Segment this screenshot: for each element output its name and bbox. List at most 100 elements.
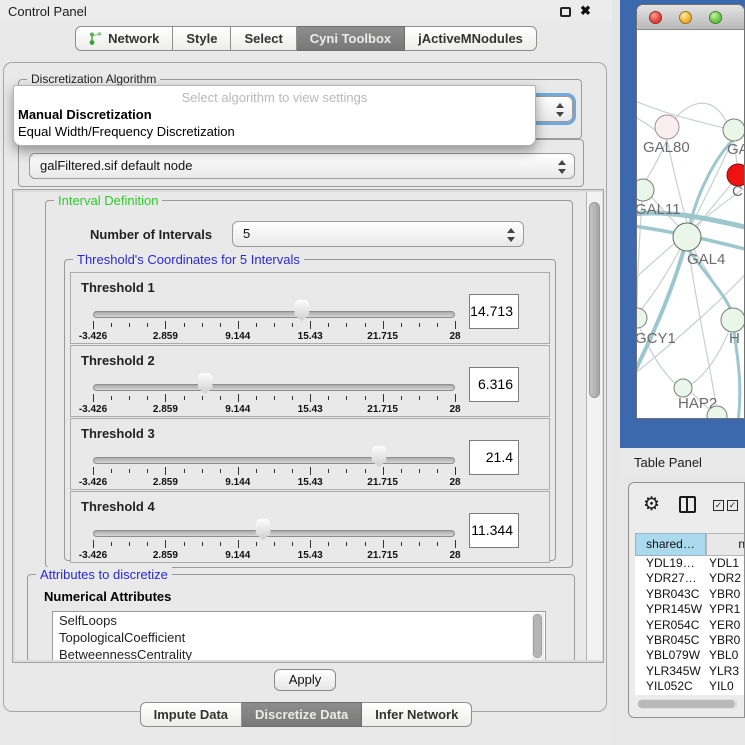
threshold-panel: Threshold 3 -3.4262.8599.14415.4321.7152… bbox=[70, 418, 550, 490]
thresholds-group-title: Threshold's Coordinates for 5 Intervals bbox=[73, 252, 304, 267]
network-edge[interactable] bbox=[690, 331, 729, 385]
network-node-GAL80[interactable] bbox=[655, 115, 679, 139]
attribute-item[interactable]: BetweennessCentrality bbox=[53, 646, 545, 660]
attributes-group-title: Attributes to discretize bbox=[36, 567, 172, 582]
slider-ticks bbox=[93, 394, 455, 403]
table-row[interactable]: YPR145WYPR1 bbox=[635, 602, 745, 617]
number-of-intervals-label: Number of Intervals bbox=[90, 227, 212, 242]
table-row[interactable]: YDR27…YDR2 bbox=[635, 571, 745, 586]
node-label-H: H bbox=[729, 330, 740, 347]
attribute-items: SelfLoopsTopologicalCoefficientBetweenne… bbox=[53, 612, 545, 660]
network-node-GAL4[interactable] bbox=[673, 223, 701, 251]
table-horizontal-scrollbar[interactable] bbox=[637, 699, 738, 709]
minimize-window-icon[interactable] bbox=[679, 11, 692, 24]
gear-icon[interactable]: ⚙ bbox=[643, 493, 660, 516]
tab-style[interactable]: Style bbox=[173, 26, 231, 51]
right-region: GAL80GACGAL11GAL4GCY1HHAP2 Table Panel ⚙… bbox=[612, 0, 745, 745]
algorithm-dropdown-popup: Select algorithm to view settings Manual… bbox=[13, 85, 536, 146]
network-view-window: GAL80GACGAL11GAL4GCY1HHAP2 bbox=[636, 4, 745, 419]
node-label-red-node: C bbox=[732, 183, 743, 200]
node-label-GA: GA bbox=[727, 141, 745, 158]
dropdown-option-manual-discretization[interactable]: Manual Discretization bbox=[18, 107, 152, 122]
bottom-tab-bar: Impute DataDiscretize DataInfer Network bbox=[0, 702, 612, 727]
float-window-icon[interactable] bbox=[560, 7, 571, 17]
table-row[interactable]: YBR043CYBR0 bbox=[635, 587, 745, 602]
threshold-panel: Threshold 4 -3.4262.8599.14415.4321.7152… bbox=[70, 491, 550, 563]
column-header[interactable]: shared… bbox=[635, 533, 706, 556]
table-header-row: shared…n bbox=[635, 533, 745, 556]
table-row[interactable]: YIL052CYIL0 bbox=[635, 679, 745, 694]
dropdown-hint: Select algorithm to view settings bbox=[14, 90, 535, 105]
zoom-window-icon[interactable] bbox=[709, 11, 722, 24]
node-label-GAL11: GAL11 bbox=[637, 201, 681, 218]
attributes-group: Attributes to discretize Numerical Attri… bbox=[27, 574, 575, 660]
threshold-slider[interactable] bbox=[93, 311, 455, 318]
column-header[interactable]: n bbox=[706, 533, 745, 556]
table-data-combobox[interactable]: galFiltered.sif default node bbox=[29, 153, 575, 179]
network-tree-icon bbox=[89, 31, 108, 46]
split-columns-icon[interactable] bbox=[679, 496, 696, 513]
network-node-GA[interactable] bbox=[723, 119, 745, 141]
threshold-value-field[interactable]: 6.316 bbox=[469, 367, 519, 402]
checkbox-icon[interactable]: ✓ bbox=[713, 500, 724, 511]
settings-vertical-scrollbar[interactable] bbox=[587, 192, 602, 660]
control-panel-titlebar: Control Panel ✖ bbox=[0, 0, 612, 22]
table-row[interactable]: YBR045CYBR0 bbox=[635, 633, 745, 648]
attribute-item[interactable]: SelfLoops bbox=[53, 612, 545, 629]
threshold-value-field[interactable]: 14.713 bbox=[469, 294, 519, 329]
tab-network[interactable]: Network bbox=[75, 26, 173, 51]
table-panel-title: Table Panel bbox=[622, 448, 745, 478]
threshold-slider[interactable] bbox=[93, 457, 455, 464]
numerical-attributes-list[interactable]: SelfLoopsTopologicalCoefficientBetweenne… bbox=[52, 611, 546, 660]
network-edge[interactable] bbox=[637, 116, 655, 130]
table-row[interactable]: YER054CYER0 bbox=[635, 618, 745, 633]
network-node-GCY1[interactable] bbox=[637, 308, 647, 328]
threshold-panel: Threshold 2 -3.4262.8599.14415.4321.7152… bbox=[70, 345, 550, 417]
network-edge-highlighted[interactable] bbox=[637, 238, 687, 375]
threshold-slider[interactable] bbox=[93, 384, 455, 391]
number-of-intervals-combobox[interactable]: 5 bbox=[232, 221, 524, 247]
threshold-value-field[interactable]: 11.344 bbox=[469, 513, 519, 548]
top-tab-bar: NetworkStyleSelectCyni ToolboxjActiveMNo… bbox=[0, 26, 612, 51]
network-edge[interactable] bbox=[689, 251, 716, 405]
screen: Control Panel ✖ NetworkStyleSelectCyni T… bbox=[0, 0, 745, 745]
tab-impute-data[interactable]: Impute Data bbox=[140, 702, 242, 727]
close-icon[interactable]: ✖ bbox=[580, 3, 591, 19]
slider-ticks bbox=[93, 540, 455, 549]
numerical-attributes-label: Numerical Attributes bbox=[44, 589, 171, 604]
number-of-intervals-value: 5 bbox=[243, 226, 250, 241]
network-edge[interactable] bbox=[637, 100, 724, 128]
tab-select[interactable]: Select bbox=[231, 26, 296, 51]
tab-infer-network[interactable]: Infer Network bbox=[362, 702, 472, 727]
close-window-icon[interactable] bbox=[649, 11, 662, 24]
attributes-scrollbar[interactable] bbox=[532, 613, 544, 660]
combo-arrows-icon bbox=[506, 227, 515, 243]
threshold-label: Threshold 2 bbox=[81, 353, 155, 368]
slider-tick-labels: -3.4262.8599.14415.4321.71528 bbox=[93, 550, 455, 561]
interval-definition-group-title: Interval Definition bbox=[54, 193, 162, 208]
table-row[interactable]: YBL079WYBL0 bbox=[635, 648, 745, 663]
checkbox-icon[interactable]: ✓ bbox=[727, 500, 738, 511]
combo-arrows-icon bbox=[557, 159, 566, 175]
threshold-slider[interactable] bbox=[93, 530, 455, 537]
slider-tick-labels: -3.4262.8599.14415.4321.71528 bbox=[93, 404, 455, 415]
tab-jactivemnodules[interactable]: jActiveMNodules bbox=[405, 26, 537, 51]
control-panel: Control Panel ✖ NetworkStyleSelectCyni T… bbox=[0, 0, 612, 745]
network-node-H[interactable] bbox=[721, 308, 745, 332]
network-edge[interactable] bbox=[692, 141, 732, 224]
discretization-algorithm-group-title: Discretization Algorithm bbox=[27, 72, 160, 86]
table-data-group: Table Data galFiltered.sif default node bbox=[18, 139, 584, 187]
tab-cyni-toolbox[interactable]: Cyni Toolbox bbox=[297, 26, 405, 51]
network-window-titlebar[interactable] bbox=[637, 5, 744, 30]
dropdown-option-equal-width-frequency[interactable]: Equal Width/Frequency Discretization bbox=[18, 124, 235, 139]
threshold-label: Threshold 3 bbox=[81, 426, 155, 441]
apply-button[interactable]: Apply bbox=[274, 669, 336, 691]
threshold-value-field[interactable]: 21.4 bbox=[469, 440, 519, 475]
table-row[interactable]: YLR345WYLR3 bbox=[635, 664, 745, 679]
attribute-item[interactable]: TopologicalCoefficient bbox=[53, 629, 545, 646]
combo-arrows-icon bbox=[555, 102, 564, 118]
tab-discretize-data[interactable]: Discretize Data bbox=[242, 702, 362, 727]
table-row[interactable]: YDL19…YDL1 bbox=[635, 556, 745, 571]
network-canvas[interactable]: GAL80GACGAL11GAL4GCY1HHAP2 bbox=[637, 30, 745, 419]
network-node-GAL11[interactable] bbox=[637, 179, 654, 201]
